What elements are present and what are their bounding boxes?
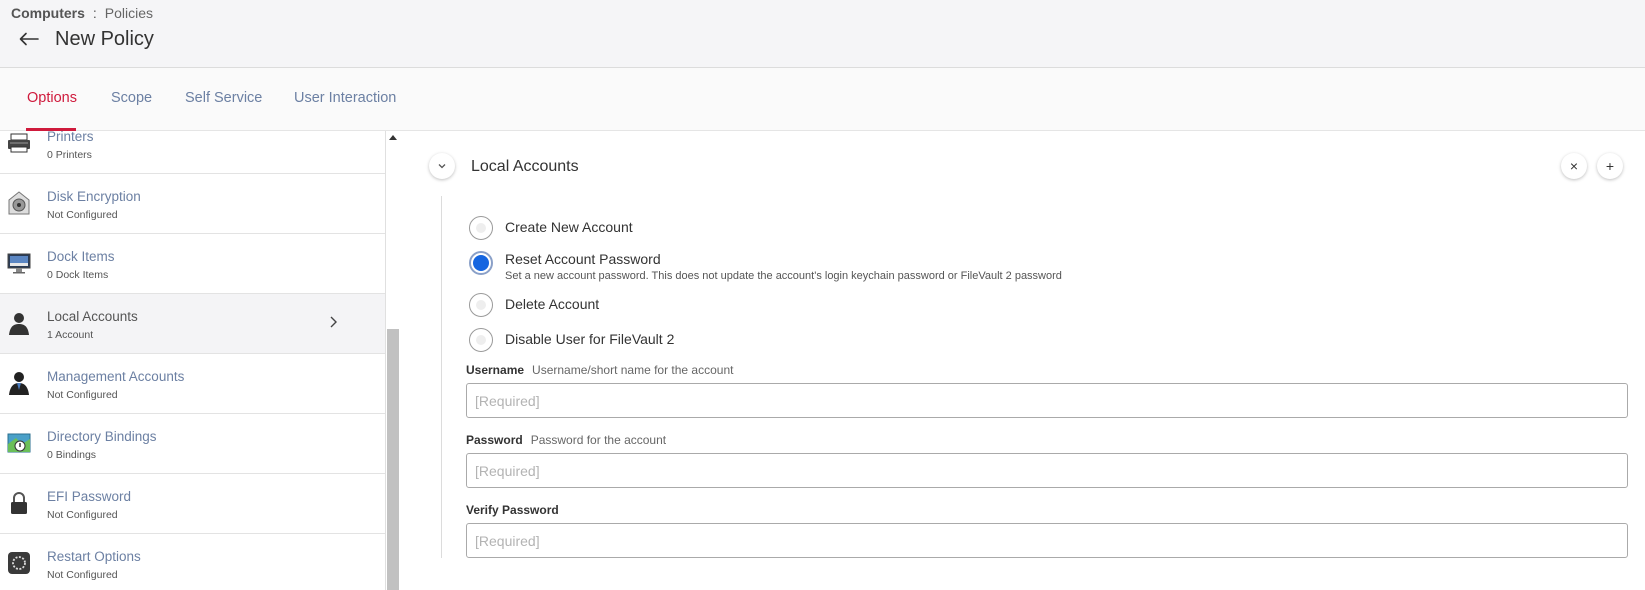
scroll-up-arrow-icon[interactable] [389,135,397,140]
password-label-text: Password [466,433,523,447]
close-icon: × [1569,158,1579,174]
scrollbar-thumb[interactable] [387,329,399,590]
sidebar-item-sub: Not Configured [47,569,118,581]
user-icon [9,313,29,335]
verify-password-label-text: Verify Password [466,503,559,517]
radio-disable-user-filevault[interactable] [469,328,493,352]
chevron-right-icon [330,316,337,328]
tab-options[interactable]: Options [27,90,77,106]
sidebar-item-sub: Not Configured [47,389,118,401]
collapse-section-button[interactable] [429,153,455,179]
remove-section-button[interactable]: × [1561,153,1587,179]
sidebar-item-sub: 1 Account [47,329,94,341]
sidebar-item-sub: 0 Printers [47,149,92,161]
password-field[interactable] [466,453,1628,488]
tab-self-service[interactable]: Self Service [185,90,262,106]
breadcrumb-policies[interactable]: Policies [105,5,153,21]
sidebar-item-directory-bindings[interactable]: Directory Bindings 0 Bindings [0,414,385,474]
printer-icon [8,133,30,153]
restart-icon [8,552,30,574]
password-hint: Password for the account [530,433,667,447]
sidebar-item-label: Disk Encryption [47,189,141,204]
options-sidebar: Printers 0 Printers Disk Encryption Not … [0,131,386,590]
tab-user-interaction[interactable]: User Interaction [294,90,396,106]
plus-icon: + [1605,158,1615,174]
lock-icon [11,492,27,514]
tab-bar: Options Scope Self Service User Interact… [0,68,1645,131]
username-hint: Username/short name for the account [532,363,734,377]
sidebar-item-sub: Not Configured [47,209,118,221]
verify-password-field[interactable] [466,523,1628,558]
sidebar-item-label: Management Accounts [47,369,185,384]
sidebar-item-local-accounts[interactable]: Local Accounts 1 Account [0,294,385,354]
sidebar-item-label: EFI Password [47,489,132,504]
radio-label: Create New Account [505,219,633,235]
sidebar-item-label: Restart Options [47,549,141,564]
username-label-text: Username [466,363,525,377]
sidebar-item-disk-encryption[interactable]: Disk Encryption Not Configured [0,174,385,234]
add-section-button[interactable]: + [1597,153,1623,179]
chevron-down-icon [438,164,446,169]
option-disable-user-filevault[interactable]: Disable User for FileVault 2 [469,328,674,352]
radio-label: Disable User for FileVault 2 [505,331,675,347]
breadcrumb: Computers: Policies [11,5,153,21]
username-label: Username Username/short name for the acco… [466,363,733,377]
sidebar-item-label: Local Accounts [47,309,138,324]
verify-password-label: Verify Password [466,503,559,517]
breadcrumb-separator: : [92,5,97,21]
tab-scope[interactable]: Scope [111,90,152,106]
sidebar-item-sub: Not Configured [47,509,118,521]
arrow-left-icon[interactable] [17,27,41,51]
page-title: New Policy [55,27,154,50]
sidebar-item-label: Printers [47,131,94,144]
sidebar-item-label: Dock Items [47,249,115,264]
sidebar-item-printers[interactable]: Printers 0 Printers [0,131,385,174]
sidebar-item-management-accounts[interactable]: Management Accounts Not Configured [0,354,385,414]
radio-description: Set a new account password. This does no… [505,270,1062,282]
option-delete-account[interactable]: Delete Account [469,293,599,317]
option-create-new-account[interactable]: Create New Account [469,216,633,240]
breadcrumb-computers[interactable]: Computers [11,5,85,21]
sidebar-item-sub: 0 Dock Items [47,269,109,281]
sidebar-item-label: Directory Bindings [47,429,157,444]
sidebar-item-efi-password[interactable]: EFI Password Not Configured [0,474,385,534]
sidebar-item-restart-options[interactable]: Restart Options Not Configured [0,534,385,590]
sidebar-item-dock-items[interactable]: Dock Items 0 Dock Items [0,234,385,294]
monitor-icon [7,253,31,274]
radio-label: Delete Account [505,296,600,312]
radio-delete-account[interactable] [469,293,493,317]
sidebar-item-sub: 0 Bindings [47,449,97,461]
radio-create-new-account[interactable] [469,216,493,240]
password-label: Password Password for the account [466,433,666,447]
admin-user-icon [9,372,29,395]
directory-icon [7,433,31,453]
section-title: Local Accounts [471,158,579,175]
username-field[interactable] [466,383,1628,418]
page-header: Computers: Policies New Policy [0,0,1645,68]
sidebar-scrollbar[interactable] [386,131,400,590]
radio-label: Reset Account Password [505,251,661,267]
option-reset-account-password[interactable]: Reset Account Password Set a new account… [469,251,1062,282]
radio-reset-account-password[interactable] [469,251,493,275]
disk-encryption-icon [8,191,30,215]
section-divider [441,196,442,558]
